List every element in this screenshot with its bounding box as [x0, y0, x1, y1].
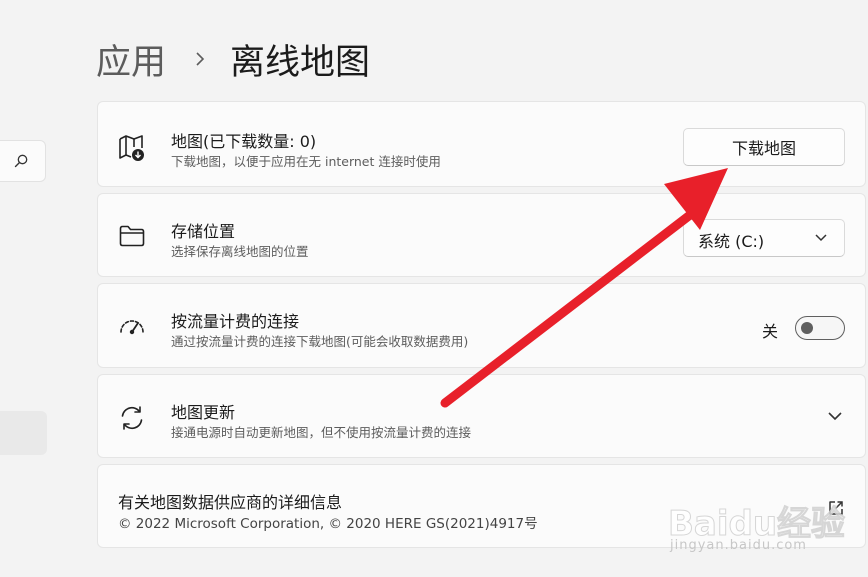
download-maps-button[interactable]: 下载地图 [683, 128, 845, 166]
maps-description: 下载地图，以便于应用在无 internet 连接时使用 [171, 154, 441, 169]
updates-title: 地图更新 [171, 403, 236, 422]
sync-icon [121, 406, 143, 430]
breadcrumb-parent[interactable]: 应用 [96, 34, 166, 85]
metered-connection-card: 按流量计费的连接 通过按流量计费的连接下载地图(可能会收取数据费用) 关 [97, 283, 866, 368]
chevron-down-icon [815, 234, 827, 242]
provider-info-card[interactable]: 有关地图数据供应商的详细信息 © 2022 Microsoft Corporat… [97, 464, 866, 548]
metered-description: 通过按流量计费的连接下载地图(可能会收取数据费用) [171, 334, 469, 349]
updates-description: 接通电源时自动更新地图，但不使用按流量计费的连接 [171, 425, 472, 440]
chevron-right-icon [196, 52, 205, 66]
sidebar-search-box[interactable] [0, 140, 46, 182]
map-download-icon [119, 135, 144, 161]
maps-card: 地图(已下载数量: 0) 下载地图，以便于应用在无 internet 连接时使用… [97, 101, 866, 187]
open-external-icon[interactable] [827, 499, 845, 517]
provider-copyright: © 2022 Microsoft Corporation, © 2020 HER… [118, 516, 538, 532]
maps-title: 地图(已下载数量: 0) [171, 132, 317, 151]
storage-title: 存储位置 [171, 222, 236, 241]
sidebar-selected-item[interactable] [0, 411, 47, 455]
toggle-state-label: 关 [762, 322, 779, 341]
chevron-down-icon[interactable] [827, 410, 843, 422]
metered-title: 按流量计费的连接 [171, 312, 300, 331]
page-title: 离线地图 [230, 42, 371, 83]
metered-connection-toggle[interactable] [795, 316, 845, 340]
storage-description: 选择保存离线地图的位置 [171, 244, 309, 259]
toggle-knob [801, 322, 813, 334]
map-updates-card[interactable]: 地图更新 接通电源时自动更新地图，但不使用按流量计费的连接 [97, 374, 866, 458]
gauge-icon [120, 320, 144, 335]
search-icon [14, 154, 28, 168]
folder-icon [119, 225, 145, 247]
breadcrumb: 应用 离线地图 [96, 34, 370, 84]
storage-location-value: 系统 (C:) [698, 232, 765, 251]
storage-card: 存储位置 选择保存离线地图的位置 系统 (C:) [97, 193, 866, 277]
storage-location-dropdown[interactable]: 系统 (C:) [683, 219, 845, 257]
provider-title: 有关地图数据供应商的详细信息 [118, 493, 343, 512]
